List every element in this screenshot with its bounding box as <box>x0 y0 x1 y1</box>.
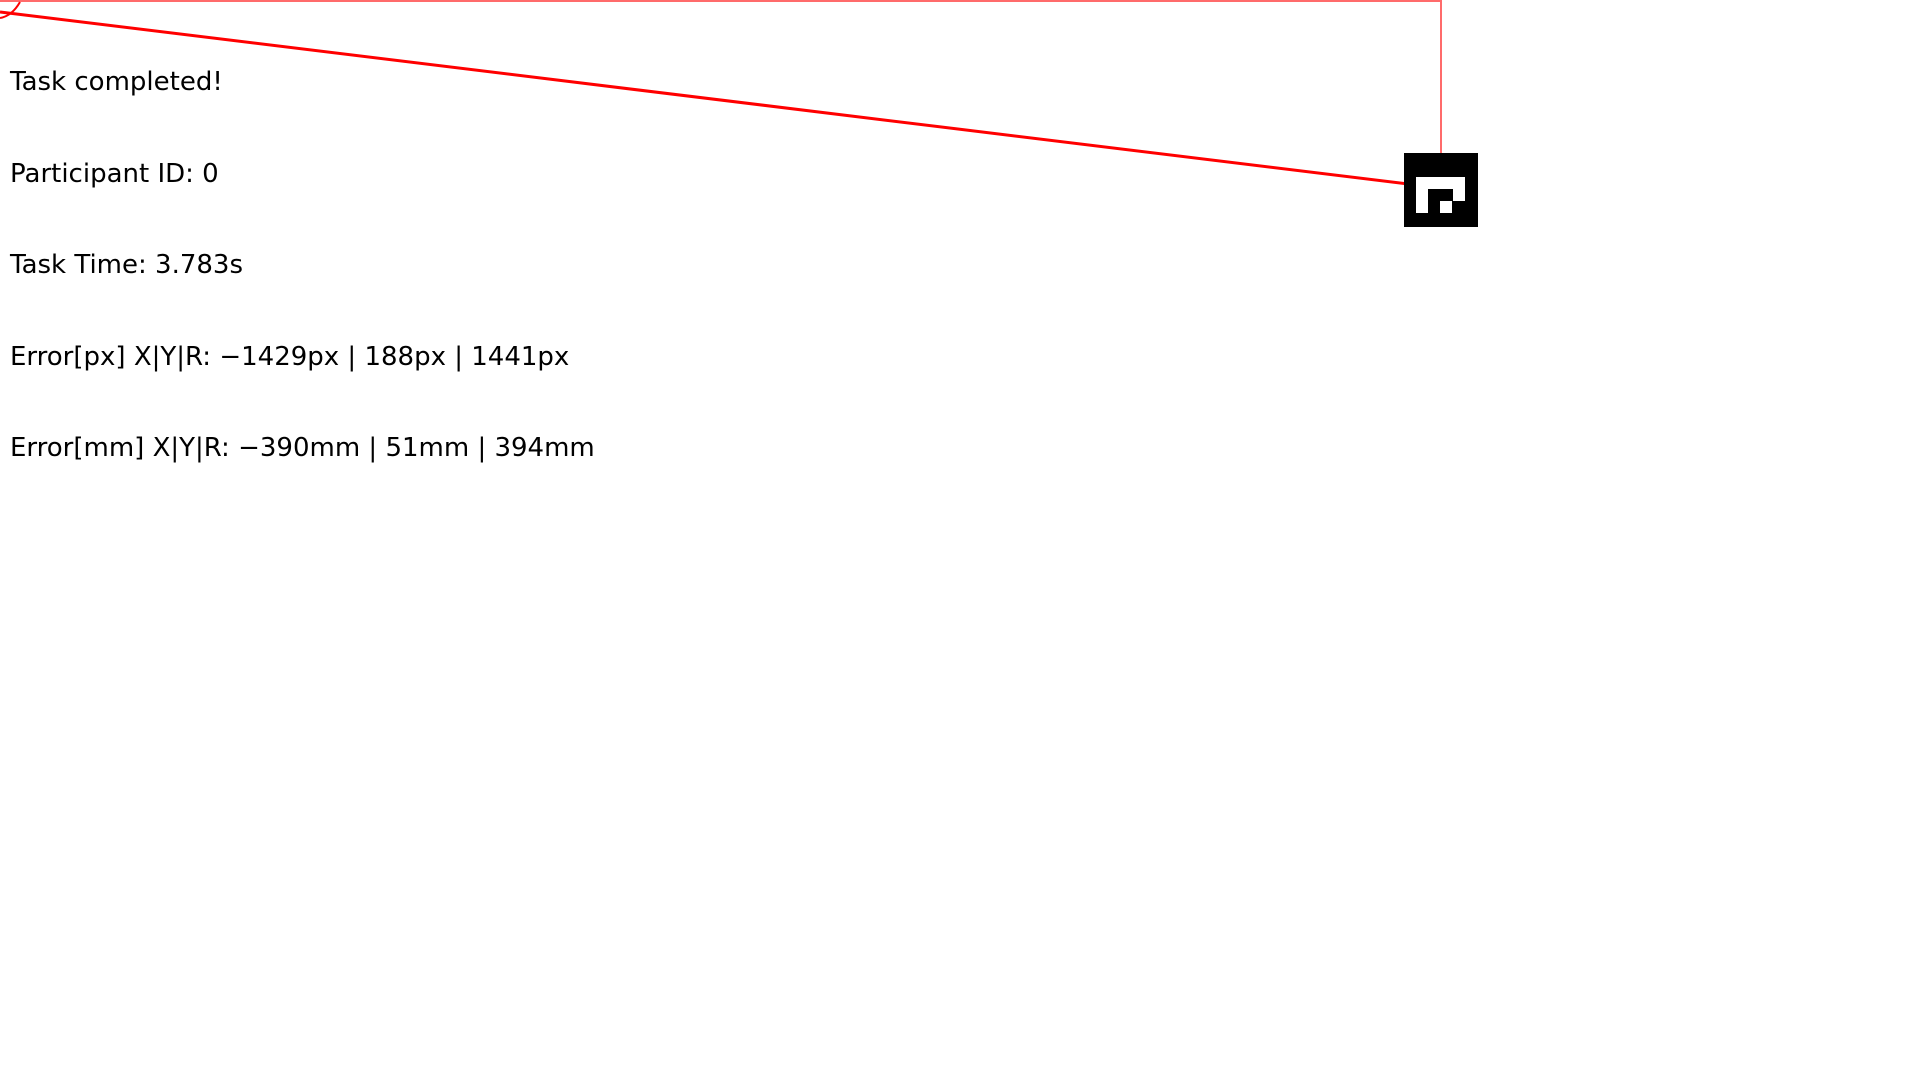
task-time-text: Task Time: 3.783s <box>10 250 244 280</box>
marker-cell <box>1453 177 1465 201</box>
error-px-text: Error[px] X|Y|R: −1429px | 188px | 1441p… <box>10 341 570 372</box>
error-mm-text: Error[mm] X|Y|R: −390mm | 51mm | 394mm <box>10 433 595 463</box>
participant-id-text: Participant ID: 0 <box>10 158 219 189</box>
marker-cell <box>1416 177 1453 189</box>
status-text: Task completed! <box>10 67 223 97</box>
marker-cell <box>1416 189 1428 213</box>
results-panel: Task completed! Participant ID: 0 Task T… <box>10 6 595 525</box>
fiducial-marker-icon <box>1404 153 1478 227</box>
marker-cell <box>1440 201 1452 213</box>
task-result-screen: Task completed! Participant ID: 0 Task T… <box>0 0 1920 1080</box>
